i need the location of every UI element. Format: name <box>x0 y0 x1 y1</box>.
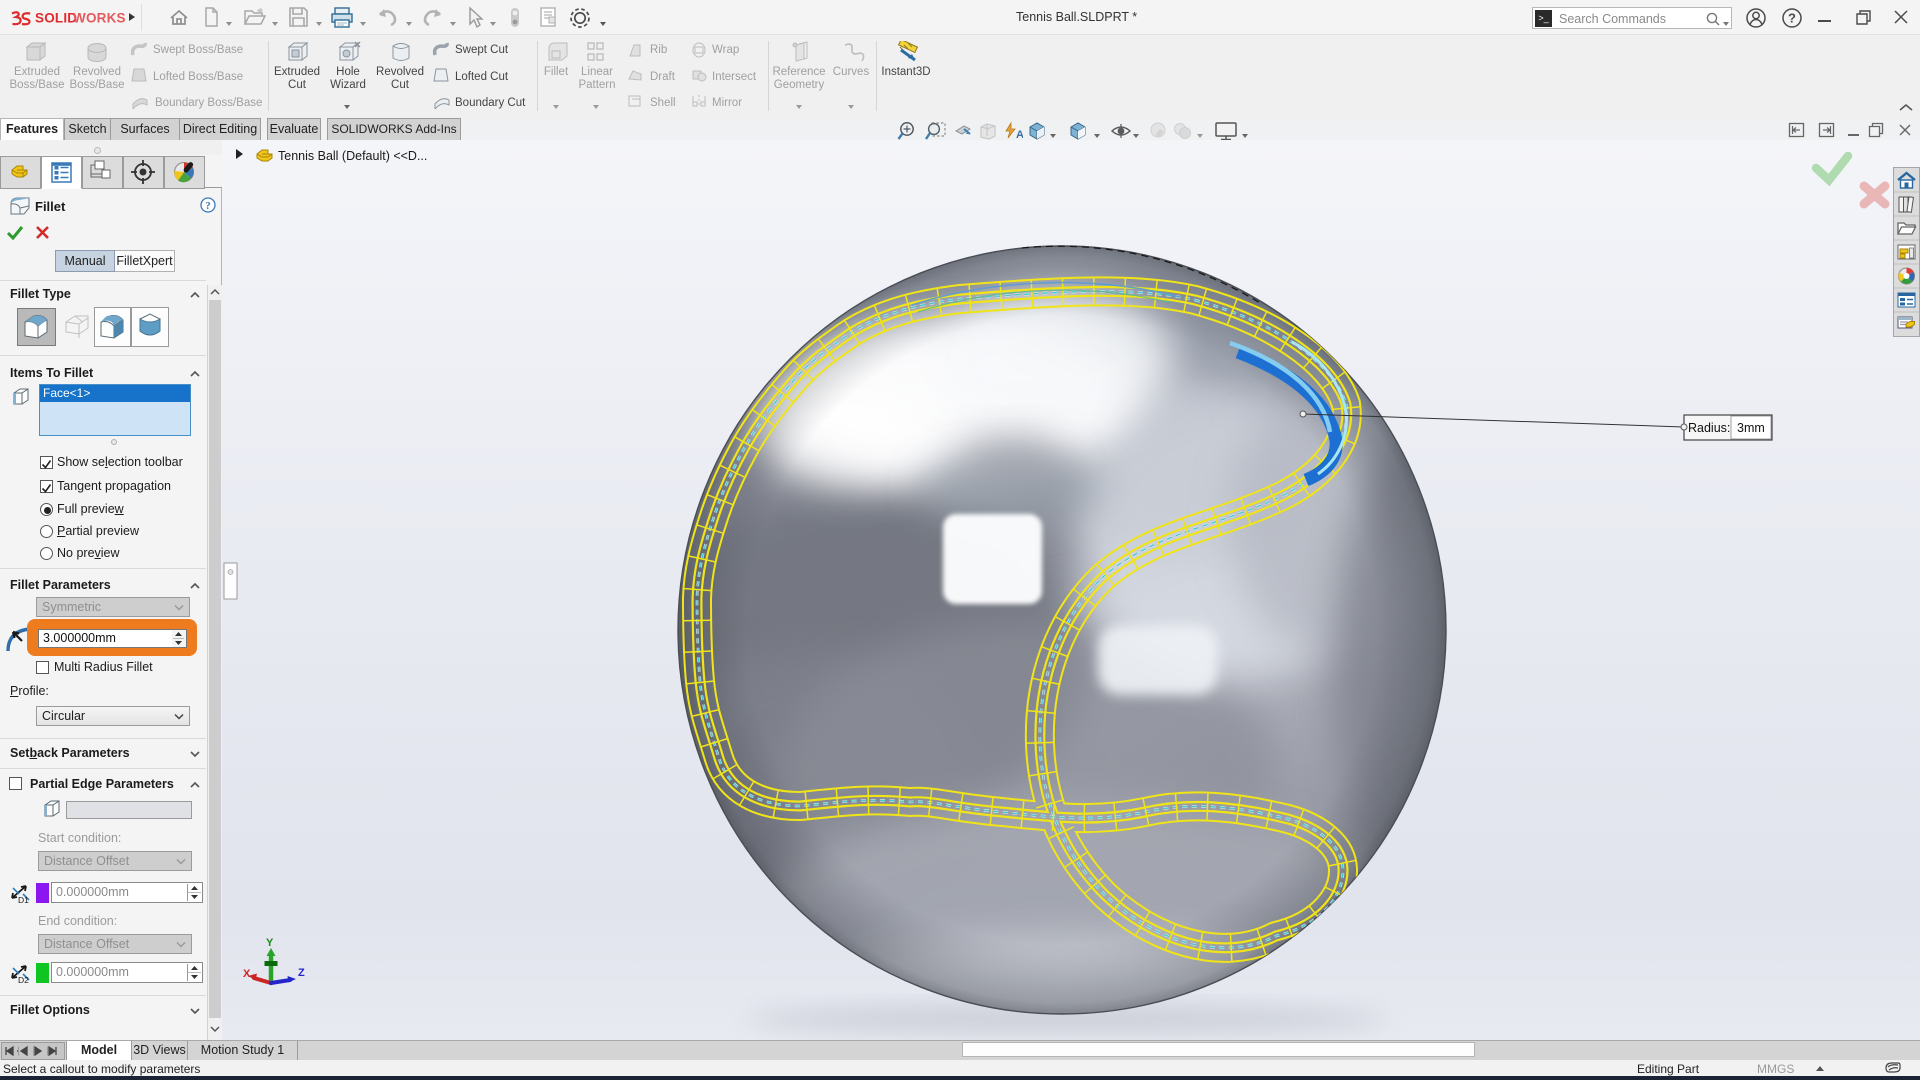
svg-text:?: ? <box>1788 11 1796 26</box>
svg-text:SOLID: SOLID <box>35 11 77 26</box>
svg-text:X: X <box>243 968 251 980</box>
svg-text:Y: Y <box>266 937 274 949</box>
svg-text:?: ? <box>205 200 211 212</box>
svg-text:D1: D1 <box>18 895 29 904</box>
svg-text:D2: D2 <box>18 975 29 984</box>
svg-text:WORKS: WORKS <box>73 11 126 26</box>
svg-text:Tennis Ball (Default) <<D...: Tennis Ball (Default) <<D... <box>278 149 427 163</box>
svg-text:3mm: 3mm <box>1737 421 1765 435</box>
svg-text:Radius:: Radius: <box>1688 421 1730 435</box>
svg-text:Z: Z <box>298 967 305 979</box>
